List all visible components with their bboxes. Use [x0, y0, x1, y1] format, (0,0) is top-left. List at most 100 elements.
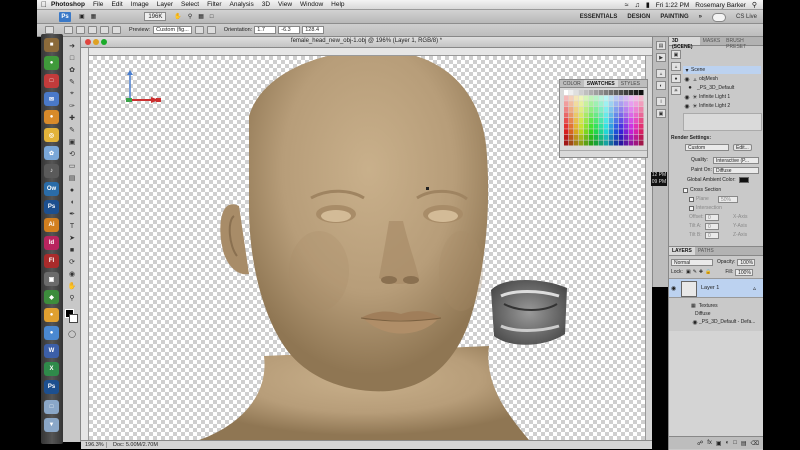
swatch[interactable]: [634, 106, 639, 112]
swatch[interactable]: [619, 106, 624, 112]
swatch[interactable]: [619, 101, 624, 107]
swatch[interactable]: [639, 123, 644, 129]
swatch[interactable]: [569, 106, 574, 112]
tab-swatches[interactable]: SWATCHES: [583, 80, 618, 87]
minibridge-icon[interactable]: ▦: [91, 13, 97, 20]
swatch[interactable]: [604, 101, 609, 107]
lock-transparent-icon[interactable]: ▣: [686, 269, 691, 275]
swatch[interactable]: [564, 106, 569, 112]
swatch[interactable]: [624, 134, 629, 140]
delete-view-icon[interactable]: [206, 26, 216, 34]
vertical-ruler[interactable]: [81, 48, 89, 440]
filter-materials-icon[interactable]: ●: [671, 74, 681, 83]
cs-live-button[interactable]: CS Live: [736, 14, 757, 20]
battery-icon[interactable]: ▮: [646, 1, 650, 9]
swatch[interactable]: [619, 112, 624, 118]
swatch[interactable]: [569, 112, 574, 118]
swatch[interactable]: [639, 118, 644, 124]
dock-photoshop-icon[interactable]: Ps: [44, 200, 59, 214]
swatch[interactable]: [599, 101, 604, 107]
swatch[interactable]: [599, 90, 604, 96]
tool-preset-picker[interactable]: [45, 26, 54, 34]
status-zoom[interactable]: 196.3%: [81, 442, 107, 448]
tilt-b-field[interactable]: 0: [705, 231, 719, 239]
swatch[interactable]: [564, 101, 569, 107]
texture-visibility-eye-icon[interactable]: ◉: [691, 319, 699, 326]
delete-layer-icon[interactable]: ⌫: [751, 440, 759, 447]
swatch[interactable]: [584, 112, 589, 118]
menu-edit[interactable]: Edit: [111, 1, 122, 8]
x-field[interactable]: 1.7: [254, 26, 277, 34]
swatch[interactable]: [574, 112, 579, 118]
status-doc-size[interactable]: Doc: 5.00M/2.70M: [107, 442, 158, 448]
swatch[interactable]: [574, 95, 579, 101]
swatch[interactable]: [604, 112, 609, 118]
scene-item-light-2[interactable]: ◉ ☀ Infinite Light 2: [683, 102, 761, 110]
pen-tool-icon[interactable]: ✒: [66, 209, 78, 219]
swatch[interactable]: [589, 101, 594, 107]
new-group-icon[interactable]: □: [733, 440, 737, 446]
menu-analysis[interactable]: Analysis: [230, 1, 254, 8]
swatch[interactable]: [564, 140, 569, 146]
swatch[interactable]: [604, 90, 609, 96]
swatch[interactable]: [584, 101, 589, 107]
info-panel-icon[interactable]: i: [656, 97, 666, 106]
swatch[interactable]: [574, 106, 579, 112]
dock-flash-icon[interactable]: Fl: [44, 254, 59, 268]
swatch[interactable]: [599, 95, 604, 101]
zoom-icon[interactable]: ⚲: [188, 13, 192, 20]
save-view-icon[interactable]: [194, 26, 204, 34]
swatch[interactable]: [589, 118, 594, 124]
history-brush-tool-icon[interactable]: ⟲: [66, 149, 78, 159]
swatch[interactable]: [614, 118, 619, 124]
swatch[interactable]: [564, 118, 569, 124]
menu-file[interactable]: File: [93, 1, 103, 8]
filter-whole-scene-icon[interactable]: ▣: [671, 50, 681, 59]
swatch[interactable]: [564, 112, 569, 118]
swatch[interactable]: [619, 118, 624, 124]
swatch[interactable]: [579, 123, 584, 129]
swatch[interactable]: [594, 140, 599, 146]
z-field[interactable]: 128.4: [302, 26, 325, 34]
swatch[interactable]: [584, 118, 589, 124]
swatch[interactable]: [579, 118, 584, 124]
menu-clock[interactable]: Fri 1:22 PM: [656, 2, 690, 9]
menu-view[interactable]: View: [278, 1, 292, 8]
swatch[interactable]: [594, 112, 599, 118]
dodge-tool-icon[interactable]: ◖: [66, 197, 78, 207]
dock-app2-icon[interactable]: ◆: [44, 290, 59, 304]
swatch[interactable]: [639, 134, 644, 140]
dock-chrome-icon[interactable]: ◎: [44, 128, 59, 142]
swatch[interactable]: [639, 129, 644, 135]
swatch[interactable]: [614, 95, 619, 101]
dock-mail-icon[interactable]: ✉: [44, 92, 59, 106]
swatch[interactable]: [624, 118, 629, 124]
swatch[interactable]: [609, 106, 614, 112]
dock-app3-icon[interactable]: ●: [44, 308, 59, 322]
dock-excel-icon[interactable]: X: [44, 362, 59, 376]
scene-expand-icon[interactable]: ▾: [683, 67, 691, 74]
swatch[interactable]: [579, 95, 584, 101]
blur-tool-icon[interactable]: ●: [66, 185, 78, 195]
search-field[interactable]: [711, 12, 726, 22]
swatch[interactable]: [584, 134, 589, 140]
swatch[interactable]: [579, 134, 584, 140]
shape-tool-icon[interactable]: ■: [66, 245, 78, 255]
swatch[interactable]: [569, 95, 574, 101]
swatch[interactable]: [579, 90, 584, 96]
lock-all-icon[interactable]: 🔒: [705, 269, 711, 275]
tab-paths[interactable]: PATHS: [695, 247, 717, 255]
tab-3d-scene[interactable]: 3D (SCENE): [669, 37, 700, 50]
swatch[interactable]: [574, 140, 579, 146]
swatch[interactable]: [589, 106, 594, 112]
swatch[interactable]: [634, 123, 639, 129]
texture-item-row[interactable]: ◉ _PS_3D_Default - Defa...: [691, 318, 761, 326]
swatch[interactable]: [634, 95, 639, 101]
zoom-tool-icon[interactable]: ⚲: [66, 293, 78, 303]
healing-tool-icon[interactable]: ✚: [66, 113, 78, 123]
swatch[interactable]: [614, 90, 619, 96]
hand-icon[interactable]: ✋: [174, 13, 181, 20]
swatch[interactable]: [634, 101, 639, 107]
menu-filter[interactable]: Filter: [207, 1, 221, 8]
menu-layer[interactable]: Layer: [157, 1, 173, 8]
